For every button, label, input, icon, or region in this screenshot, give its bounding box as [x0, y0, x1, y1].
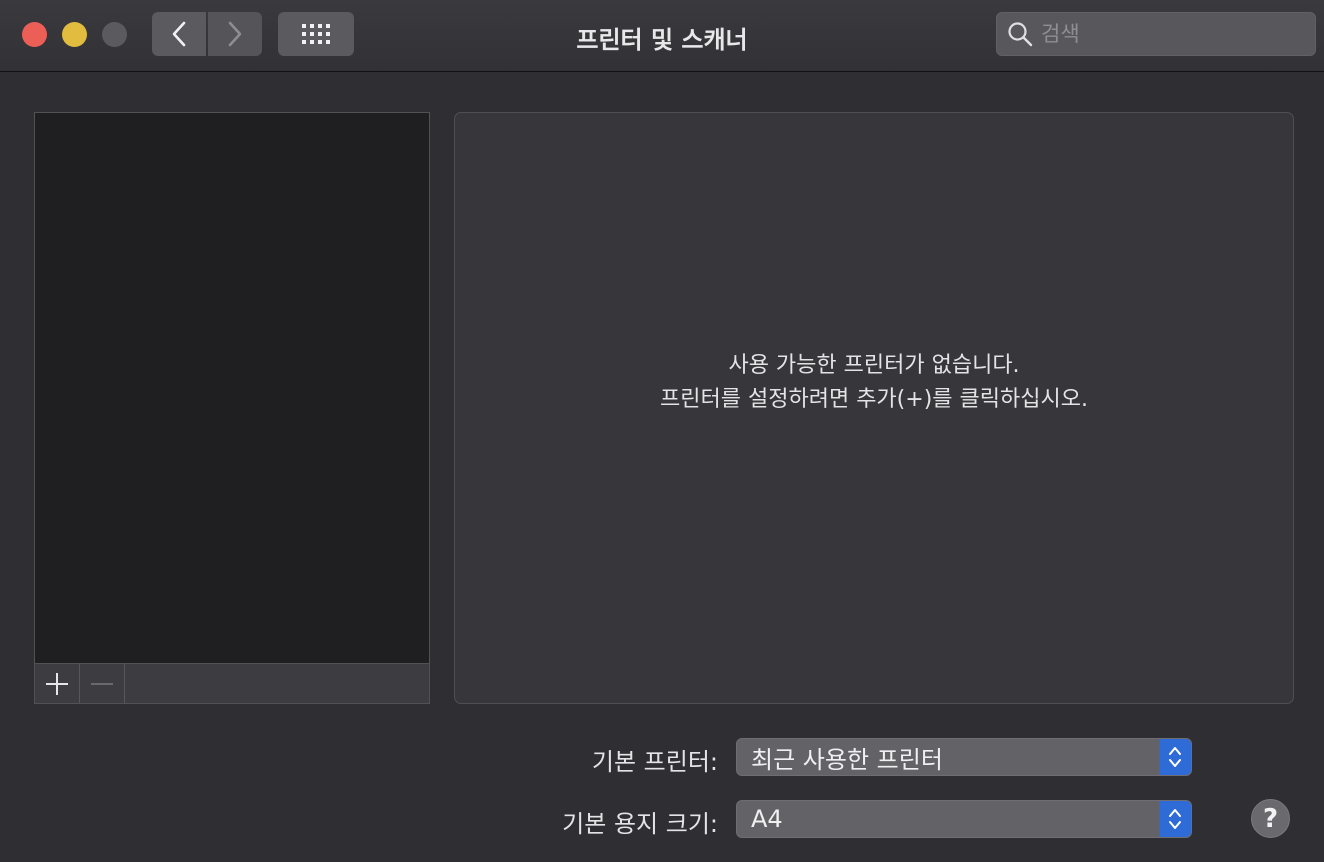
- forward-button[interactable]: [208, 12, 262, 56]
- default-paper-size-popup[interactable]: A4: [736, 800, 1192, 838]
- show-all-button[interactable]: [278, 12, 354, 56]
- grid-icon: [302, 24, 330, 44]
- search-input[interactable]: [1041, 22, 1301, 46]
- printer-list[interactable]: [34, 112, 430, 664]
- empty-state-message: 사용 가능한 프린터가 없습니다. 프린터를 설정하려면 추가(+)를 클릭하십…: [455, 349, 1293, 417]
- plus-icon: [46, 672, 68, 695]
- title-bar: 프린터 및 스캐너: [0, 0, 1324, 72]
- navigation-buttons: [152, 12, 262, 56]
- search-icon: [1008, 22, 1033, 47]
- search-field[interactable]: [996, 12, 1316, 56]
- printer-list-toolbar: [34, 663, 430, 704]
- popup-stepper: [1159, 801, 1191, 837]
- default-printer-label: 기본 프린터:: [591, 748, 718, 776]
- chevron-right-icon: [228, 21, 242, 47]
- empty-message-line1: 사용 가능한 프린터가 없습니다.: [728, 353, 1020, 378]
- close-button[interactable]: [22, 22, 47, 47]
- empty-message-line2: 프린터를 설정하려면 추가(+)를 클릭하십시오.: [660, 387, 1088, 412]
- default-printer-value: 최근 사용한 프린터: [751, 745, 943, 774]
- minimize-button[interactable]: [62, 22, 87, 47]
- default-printer-popup[interactable]: 최근 사용한 프린터: [736, 738, 1192, 776]
- chevron-updown-icon: [1169, 747, 1181, 767]
- default-paper-size-value: A4: [751, 805, 783, 833]
- printers-scanners-window: 프린터 및 스캐너 사용 가능한 프린터가 없습니다. 프린터를 설정하려면 추…: [0, 0, 1324, 862]
- add-printer-button[interactable]: [35, 664, 80, 703]
- chevron-updown-icon: [1169, 809, 1181, 829]
- default-paper-size-label: 기본 용지 크기:: [562, 810, 718, 838]
- chevron-left-icon: [172, 21, 186, 47]
- back-button[interactable]: [152, 12, 206, 56]
- help-button[interactable]: ?: [1251, 799, 1290, 838]
- zoom-button[interactable]: [102, 22, 127, 47]
- remove-printer-button[interactable]: [80, 664, 125, 703]
- minus-icon: [91, 682, 113, 685]
- popup-stepper: [1159, 739, 1191, 775]
- printer-detail-pane: 사용 가능한 프린터가 없습니다. 프린터를 설정하려면 추가(+)를 클릭하십…: [454, 112, 1294, 704]
